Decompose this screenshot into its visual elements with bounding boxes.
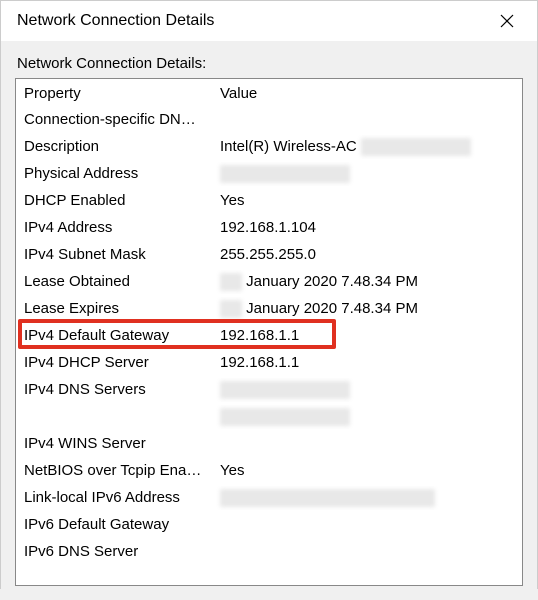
property-cell: IPv4 Subnet Mask <box>16 243 212 267</box>
property-cell: IPv4 Default Gateway <box>16 324 212 348</box>
redacted-value <box>220 381 350 399</box>
value-text: 192.168.1.1 <box>220 327 299 344</box>
table-row[interactable]: Connection-specific DNS ... <box>16 106 522 133</box>
table-row[interactable]: Physical Address <box>16 160 522 187</box>
value-cell: Intel(R) Wireless-AC <box>212 135 522 159</box>
property-cell: IPv4 DHCP Server <box>16 351 212 375</box>
value-cell: Yes <box>212 189 522 213</box>
value-cell: January 2020 7.48.34 PM <box>212 270 522 294</box>
value-cell <box>212 162 522 186</box>
property-cell: IPv6 Default Gateway <box>16 513 212 537</box>
value-cell: 192.168.1.1 <box>212 324 522 348</box>
close-icon <box>500 14 514 28</box>
table-row[interactable]: Lease Obtained January 2020 7.48.34 PM <box>16 268 522 295</box>
property-cell <box>16 405 212 429</box>
value-text: 192.168.1.104 <box>220 219 316 236</box>
value-cell <box>212 378 522 402</box>
value-cell <box>212 108 522 132</box>
value-text: Intel(R) Wireless-AC <box>220 138 357 155</box>
header-property[interactable]: Property <box>16 83 212 104</box>
property-cell: IPv4 WINS Server <box>16 432 212 456</box>
table-row[interactable]: IPv6 DNS Server <box>16 538 522 565</box>
titlebar: Network Connection Details <box>1 1 537 41</box>
property-cell: Link-local IPv6 Address <box>16 486 212 510</box>
property-cell: DHCP Enabled <box>16 189 212 213</box>
listview-rows: Connection-specific DNS ... Description In… <box>16 106 522 565</box>
value-text: Yes <box>220 462 244 479</box>
table-row[interactable]: Description Intel(R) Wireless-AC <box>16 133 522 160</box>
redacted-value <box>220 300 242 318</box>
value-text: January 2020 7.48.34 PM <box>246 300 418 317</box>
table-row[interactable]: Link-local IPv6 Address <box>16 484 522 511</box>
table-row[interactable]: IPv4 WINS Server <box>16 430 522 457</box>
table-row[interactable]: IPv4 DNS Servers <box>16 376 522 403</box>
value-cell <box>212 513 522 537</box>
window-frame: Network Connection Details Network Conne… <box>0 0 538 589</box>
table-row[interactable]: Lease Expires January 2020 7.48.34 PM <box>16 295 522 322</box>
table-row[interactable]: DHCP Enabled Yes <box>16 187 522 214</box>
redacted-value <box>220 408 350 426</box>
table-row[interactable]: IPv4 DHCP Server 192.168.1.1 <box>16 349 522 376</box>
redacted-value <box>220 165 350 183</box>
property-cell: IPv4 DNS Servers <box>16 378 212 402</box>
listview-header: Property Value <box>16 79 522 106</box>
value-cell <box>212 486 522 510</box>
details-listview[interactable]: Property Value Connection-specific DNS .… <box>15 78 523 586</box>
property-cell: Lease Obtained <box>16 270 212 294</box>
property-cell: Physical Address <box>16 162 212 186</box>
close-button[interactable] <box>489 6 525 36</box>
table-row[interactable]: IPv4 Address 192.168.1.104 <box>16 214 522 241</box>
property-cell: NetBIOS over Tcpip Enab... <box>16 459 212 483</box>
value-cell <box>212 405 522 429</box>
property-cell: Connection-specific DNS ... <box>16 108 212 132</box>
value-cell: 192.168.1.1 <box>212 351 522 375</box>
table-row[interactable]: NetBIOS over Tcpip Enab... Yes <box>16 457 522 484</box>
window-title: Network Connection Details <box>17 12 214 30</box>
table-row[interactable]: IPv4 Default Gateway 192.168.1.1 <box>16 322 522 349</box>
table-row[interactable]: IPv6 Default Gateway <box>16 511 522 538</box>
value-cell: 255.255.255.0 <box>212 243 522 267</box>
property-cell: Description <box>16 135 212 159</box>
content-area: Network Connection Details: Property Val… <box>1 41 537 600</box>
redacted-value <box>220 489 435 507</box>
value-text: Yes <box>220 192 244 209</box>
value-cell <box>212 432 522 456</box>
value-cell: January 2020 7.48.34 PM <box>212 297 522 321</box>
value-text: 192.168.1.1 <box>220 354 299 371</box>
redacted-value <box>220 273 242 291</box>
property-cell: Lease Expires <box>16 297 212 321</box>
value-cell: Yes <box>212 459 522 483</box>
header-value[interactable]: Value <box>212 83 522 104</box>
table-row[interactable]: IPv4 Subnet Mask 255.255.255.0 <box>16 241 522 268</box>
value-cell: 192.168.1.104 <box>212 216 522 240</box>
value-text: 255.255.255.0 <box>220 246 316 263</box>
details-label: Network Connection Details: <box>15 49 523 78</box>
property-cell: IPv4 Address <box>16 216 212 240</box>
property-cell: IPv6 DNS Server <box>16 540 212 564</box>
value-cell <box>212 540 522 564</box>
redacted-value <box>361 138 471 156</box>
value-text: January 2020 7.48.34 PM <box>246 273 418 290</box>
table-row[interactable] <box>16 403 522 430</box>
